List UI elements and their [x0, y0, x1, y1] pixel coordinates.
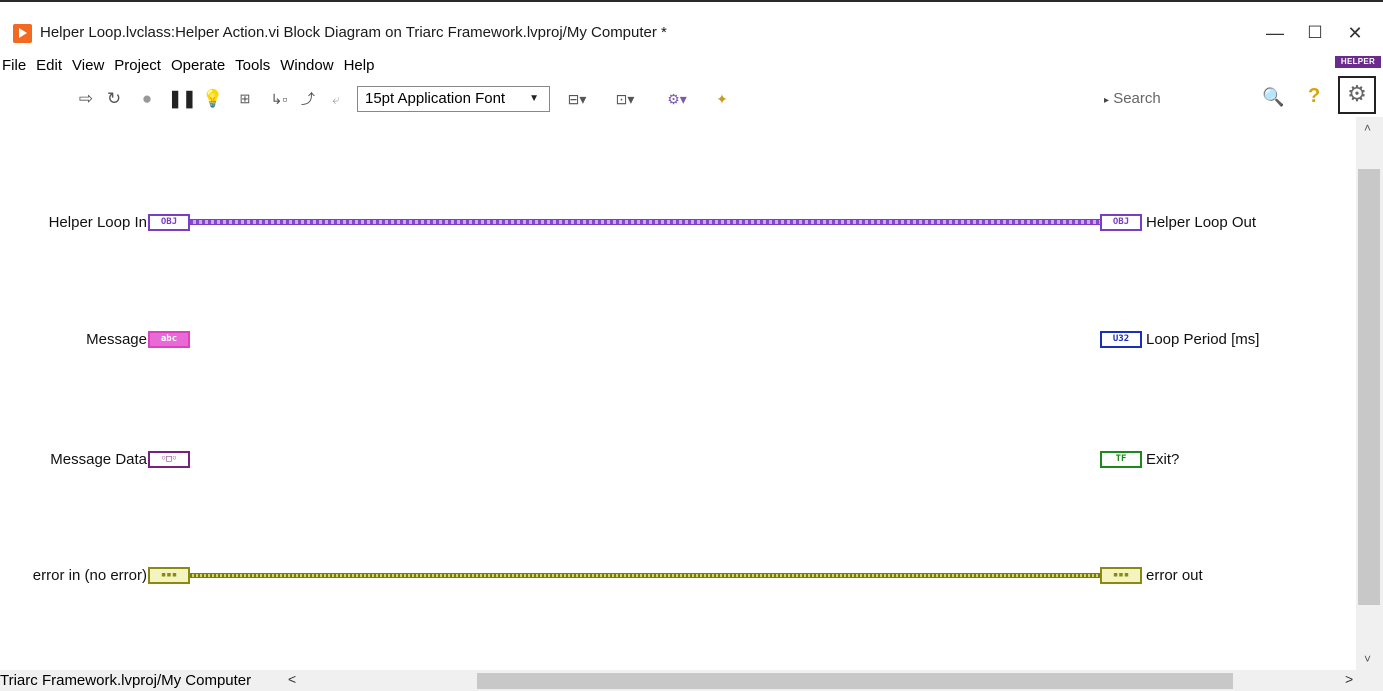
block-diagram-canvas[interactable]: Helper Loop In OBJ OBJ Helper Loop Out M… — [0, 117, 1356, 670]
vertical-scrollbar[interactable]: ˄ ˅ — [1356, 117, 1383, 670]
distribute-objects-icon[interactable]: ⊡▾ — [608, 88, 642, 110]
close-button[interactable]: ✕ — [1335, 18, 1375, 48]
step-over-icon[interactable]: ⤴ — [297, 88, 319, 110]
output-label-loop-period: Loop Period [ms] — [1146, 331, 1260, 348]
title-bar: Helper Loop.lvclass:Helper Action.vi Blo… — [0, 0, 1383, 54]
vertical-scroll-thumb[interactable] — [1358, 169, 1380, 605]
input-label-message-data: Message Data — [50, 451, 147, 468]
terminal-error-out[interactable]: ▪▪▪ — [1100, 567, 1142, 584]
terminal-helper-loop-out[interactable]: OBJ — [1100, 214, 1142, 231]
scroll-down-icon[interactable]: ˅ — [1364, 652, 1371, 666]
status-bar: Triarc Framework.lvproj/My Computer < > — [0, 670, 1383, 691]
terminal-error-in[interactable]: ▪▪▪ — [148, 567, 190, 584]
reorder-icon[interactable]: ⚙▾ — [660, 88, 694, 110]
menu-file[interactable]: File — [1, 57, 34, 74]
help-icon[interactable]: ? — [1308, 85, 1320, 108]
menu-help[interactable]: Help — [343, 57, 383, 74]
run-continuously-icon[interactable]: ↻ — [103, 88, 125, 110]
output-label-error-out: error out — [1146, 567, 1203, 584]
gear-icon[interactable]: ⚙ — [1338, 76, 1376, 114]
menu-tools[interactable]: Tools — [234, 57, 278, 74]
output-label-exit: Exit? — [1146, 451, 1180, 468]
font-select-value: 15pt Application Font — [365, 90, 506, 107]
terminal-helper-loop-in[interactable]: OBJ — [148, 214, 190, 231]
maximize-button[interactable]: ☐ — [1295, 18, 1335, 48]
input-label-helper-loop-in: Helper Loop In — [48, 214, 147, 231]
highlight-execution-icon[interactable]: 💡 — [202, 88, 223, 110]
horizontal-scroll-thumb[interactable] — [477, 673, 1233, 689]
menu-bar: File Edit View Project Operate Tools Win… — [0, 54, 383, 76]
window-title: Helper Loop.lvclass:Helper Action.vi Blo… — [40, 24, 667, 41]
input-label-error-in: error in (no error) — [32, 567, 147, 584]
search-placeholder: Search — [1113, 90, 1161, 107]
wire-helper-loop[interactable] — [190, 219, 1100, 225]
clean-up-diagram-icon[interactable]: ✦ — [708, 88, 736, 110]
menu-window[interactable]: Window — [279, 57, 341, 74]
terminal-message-data[interactable]: ◦□◦ — [148, 451, 190, 468]
step-into-icon[interactable]: ↳▫ — [268, 88, 290, 110]
text-settings-select[interactable]: 15pt Application Font ▼ — [357, 86, 550, 112]
scroll-left-icon[interactable]: < — [288, 671, 296, 687]
labview-app-icon — [13, 24, 32, 43]
menu-view[interactable]: View — [71, 57, 112, 74]
chevron-down-icon: ▼ — [529, 93, 539, 104]
search-icon[interactable]: 🔍 — [1262, 87, 1284, 108]
vi-icon-banner: HELPER — [1335, 56, 1381, 68]
menu-operate[interactable]: Operate — [170, 57, 233, 74]
terminal-exit[interactable]: TF — [1100, 451, 1142, 468]
scroll-right-icon[interactable]: > — [1345, 671, 1353, 687]
terminal-message[interactable]: abc — [148, 331, 190, 348]
terminal-loop-period[interactable]: U32 — [1100, 331, 1142, 348]
project-context-label[interactable]: Triarc Framework.lvproj/My Computer — [0, 672, 251, 689]
wire-error[interactable] — [190, 573, 1100, 578]
abort-icon[interactable]: ● — [137, 88, 157, 110]
search-input[interactable]: ▸ Search — [1104, 87, 1288, 111]
minimize-button[interactable]: — — [1255, 18, 1295, 48]
align-objects-icon[interactable]: ⊟▾ — [560, 88, 594, 110]
input-label-message: Message — [86, 331, 147, 348]
menu-edit[interactable]: Edit — [35, 57, 70, 74]
step-out-icon[interactable]: ⤶ — [325, 88, 347, 110]
pause-icon[interactable]: ❚❚ — [168, 88, 197, 110]
scroll-up-icon[interactable]: ˄ — [1364, 121, 1371, 135]
retain-wire-values-icon[interactable]: ⊞ — [232, 88, 258, 110]
output-label-helper-loop-out: Helper Loop Out — [1146, 214, 1257, 231]
menu-project[interactable]: Project — [113, 57, 169, 74]
run-arrow-icon[interactable]: ⇨ — [76, 88, 96, 110]
